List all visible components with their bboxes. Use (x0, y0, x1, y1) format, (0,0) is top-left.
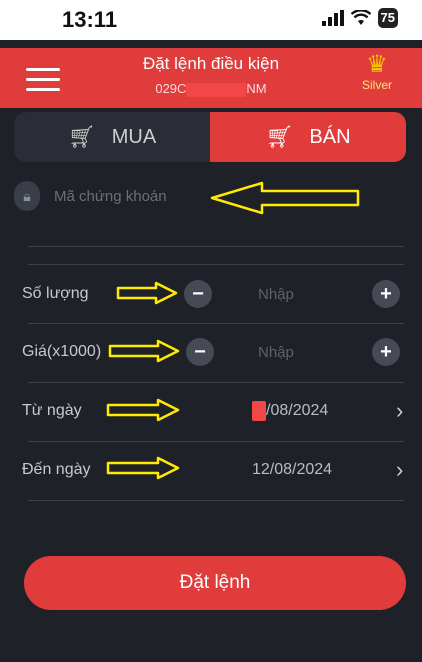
cart-icon: 🛒︎ (67, 124, 96, 149)
annotation-arrow-right (106, 456, 180, 480)
place-order-button[interactable]: Đặt lệnh (24, 556, 406, 610)
plus-icon: + (380, 340, 392, 363)
crown-icon: ♛ (366, 51, 388, 78)
to-date-row[interactable]: Đến ngày 12/08/2024 › (22, 441, 404, 499)
price-input[interactable] (258, 343, 328, 361)
price-plus-button[interactable]: + (372, 338, 400, 366)
price-row: Giá(x1000) − + (22, 323, 404, 381)
order-side-tabs: 🛒︎ MUA 🛒︎ BÁN (14, 112, 406, 162)
from-date-label: Từ ngày (22, 402, 82, 419)
tier-label: Silver (361, 78, 392, 92)
chevron-right-icon: › (396, 398, 404, 423)
from-date-row[interactable]: Từ ngày /08/2024 › (22, 382, 404, 440)
to-date-label: Đến ngày (22, 461, 91, 478)
annotation-arrow-left (210, 181, 360, 215)
annotation-arrow-right (116, 281, 178, 305)
quantity-plus-button[interactable]: + (372, 280, 400, 308)
to-date-value[interactable]: 12/08/2024 (252, 461, 332, 479)
lock-icon: 🔒︎ (14, 181, 40, 211)
tab-sell[interactable]: 🛒︎ BÁN (210, 112, 406, 162)
signal-icon (321, 10, 344, 26)
date-redaction (252, 401, 266, 421)
quantity-input[interactable] (258, 285, 328, 303)
from-date-text: /08/2024 (266, 402, 329, 420)
annotation-arrow-right (108, 339, 180, 363)
price-minus-button[interactable]: − (186, 338, 214, 366)
tab-buy[interactable]: 🛒︎ MUA (14, 112, 210, 162)
wifi-icon (350, 10, 371, 25)
chevron-right-icon: › (396, 457, 404, 482)
minus-icon: − (192, 282, 204, 305)
divider (28, 500, 404, 501)
tab-buy-label: MUA (111, 125, 157, 148)
plus-icon: + (380, 282, 392, 305)
price-label: Giá(x1000) (22, 343, 102, 360)
cart-icon: 🛒︎ (265, 124, 294, 149)
status-time: 13:11 (62, 7, 118, 32)
status-bar: 13:11 75 (0, 0, 422, 40)
battery-icon: 75 (377, 8, 398, 28)
minus-icon: − (194, 340, 206, 363)
quantity-row: Số lượng − + (22, 265, 404, 323)
quantity-label: Số lượng (22, 285, 89, 302)
tier-badge[interactable]: ♛ Silver (352, 51, 402, 93)
annotation-arrow-right (106, 398, 180, 422)
account-suffix: NM (246, 81, 267, 96)
divider (28, 246, 404, 247)
header: Đặt lệnh điều kiện 029C NM ♛ Silver (0, 48, 422, 108)
account-prefix: 029C (155, 81, 187, 96)
from-date-value[interactable]: /08/2024 (252, 401, 328, 421)
status-icons: 75 (321, 8, 398, 28)
tab-sell-label: BÁN (309, 125, 351, 148)
account-redaction (186, 82, 247, 97)
quantity-minus-button[interactable]: − (184, 280, 212, 308)
